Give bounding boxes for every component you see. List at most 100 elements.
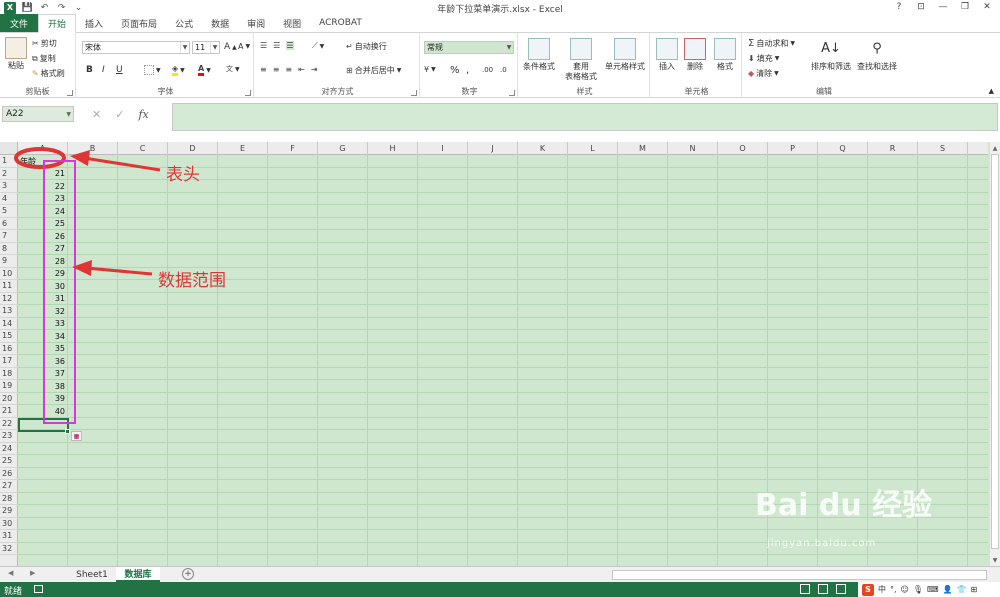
sogou-ime-icon[interactable]: S bbox=[862, 583, 874, 596]
paste-button[interactable]: 粘贴 bbox=[4, 37, 28, 71]
collapse-ribbon-icon[interactable]: ▲ bbox=[989, 87, 994, 95]
row-header-19[interactable]: 19 bbox=[0, 380, 18, 393]
copy-button[interactable]: ⧉ 复制 bbox=[32, 53, 56, 64]
row-header-4[interactable]: 4 bbox=[0, 193, 18, 205]
tab-review[interactable]: 审阅 bbox=[238, 14, 274, 32]
column-header-n[interactable]: N bbox=[668, 142, 718, 155]
orientation-button[interactable]: ⟋ ▼ bbox=[312, 41, 324, 51]
minimize-button[interactable]: — bbox=[932, 0, 954, 14]
user-icon[interactable]: 👤 bbox=[943, 585, 953, 594]
tab-page-layout[interactable]: 页面布局 bbox=[112, 14, 166, 32]
row-header-3[interactable]: 3 bbox=[0, 180, 18, 193]
name-box[interactable]: A22 ▼ bbox=[2, 106, 74, 122]
next-sheet-icon[interactable]: ▶ bbox=[30, 569, 35, 577]
row-header-16[interactable]: 16 bbox=[0, 343, 18, 355]
scroll-up-icon[interactable]: ▲ bbox=[990, 143, 1000, 153]
row-header-26[interactable]: 26 bbox=[0, 468, 18, 480]
cell-a10[interactable]: 29 bbox=[18, 268, 68, 281]
ribbon-display-button[interactable]: ⊡ bbox=[910, 0, 932, 14]
align-top-icon[interactable]: ☰ bbox=[260, 41, 267, 50]
ime-language[interactable]: 中 bbox=[878, 584, 886, 595]
phonetic-button[interactable]: 文 ▼ bbox=[226, 64, 240, 74]
row-header-1[interactable]: 1 bbox=[0, 155, 18, 168]
scroll-thumb[interactable] bbox=[991, 154, 999, 549]
increase-decimal-button[interactable]: .00 bbox=[482, 66, 493, 74]
cell-styles-button[interactable]: 单元格样式 bbox=[602, 38, 648, 72]
cell-a19[interactable]: 38 bbox=[18, 380, 68, 393]
number-launcher[interactable] bbox=[509, 90, 515, 96]
cell-a1[interactable]: 年龄 bbox=[18, 155, 68, 168]
row-header-10[interactable]: 10 bbox=[0, 268, 18, 280]
quick-analysis-icon[interactable]: ▦ bbox=[71, 431, 82, 441]
macro-record-icon[interactable] bbox=[34, 585, 43, 593]
column-header-o[interactable]: O bbox=[718, 142, 768, 155]
column-header-m[interactable]: M bbox=[618, 142, 668, 155]
row-header-15[interactable]: 15 bbox=[0, 330, 18, 343]
customize-qat-icon[interactable]: ⌄ bbox=[73, 2, 84, 13]
cell-a17[interactable]: 36 bbox=[18, 355, 68, 368]
cell-a3[interactable]: 22 bbox=[18, 180, 68, 193]
format-as-table-button[interactable]: 套用 表格格式 bbox=[560, 38, 602, 82]
bold-button[interactable]: B bbox=[86, 65, 93, 75]
find-select-button[interactable]: ⚲ 查找和选择 bbox=[854, 38, 900, 72]
font-name-combo[interactable]: 宋体 ▼ bbox=[82, 41, 190, 54]
close-button[interactable]: ✕ bbox=[976, 0, 998, 14]
row-header-8[interactable]: 8 bbox=[0, 243, 18, 255]
cell-a4[interactable]: 23 bbox=[18, 193, 68, 206]
conditional-format-button[interactable]: 条件格式 bbox=[520, 38, 558, 72]
row-header-9[interactable]: 9 bbox=[0, 255, 18, 268]
align-right-icon[interactable]: ≡ bbox=[285, 65, 292, 74]
cell-a14[interactable]: 33 bbox=[18, 318, 68, 331]
cell-a12[interactable]: 31 bbox=[18, 293, 68, 306]
column-header-h[interactable]: H bbox=[368, 142, 418, 155]
number-format-combo[interactable]: 常规 ▼ bbox=[424, 41, 514, 54]
row-header-23[interactable]: 23 bbox=[0, 430, 18, 443]
currency-button[interactable]: ¥ ▼ bbox=[424, 65, 436, 74]
skin-icon[interactable]: 👕 bbox=[957, 585, 967, 594]
cell-a18[interactable]: 37 bbox=[18, 368, 68, 381]
prev-sheet-icon[interactable]: ◀ bbox=[8, 569, 13, 577]
cell-a20[interactable]: 39 bbox=[18, 393, 68, 406]
row-header-14[interactable]: 14 bbox=[0, 318, 18, 330]
insert-cells-button[interactable]: 插入 bbox=[654, 38, 680, 72]
cell-a15[interactable]: 34 bbox=[18, 330, 68, 343]
tab-insert[interactable]: 插入 bbox=[76, 14, 112, 32]
align-middle-icon[interactable]: ☰ bbox=[273, 41, 280, 50]
cut-button[interactable]: ✂ 剪切 bbox=[32, 38, 57, 49]
sheet-tab-database[interactable]: 数据库 bbox=[116, 567, 160, 582]
font-color-button[interactable]: A ▼ bbox=[198, 64, 211, 76]
clipboard-launcher[interactable] bbox=[67, 90, 73, 96]
cell-a7[interactable]: 26 bbox=[18, 230, 68, 243]
insert-function-button[interactable]: fx bbox=[138, 108, 148, 121]
keyboard-icon[interactable]: ⌨ bbox=[927, 585, 939, 594]
sort-filter-button[interactable]: A↓ 排序和筛选 bbox=[808, 38, 854, 72]
row-header-11[interactable]: 11 bbox=[0, 280, 18, 293]
cell-area[interactable]: ▦ 年龄 21 22 23 24 25 26 27 28 29 30 31 32 33 34 35 36 37 38… bbox=[18, 155, 988, 566]
percent-button[interactable]: % bbox=[450, 65, 460, 76]
row-header-12[interactable]: 12 bbox=[0, 293, 18, 305]
tab-file[interactable]: 文件 bbox=[0, 14, 39, 32]
row-header-30[interactable]: 30 bbox=[0, 518, 18, 530]
underline-button[interactable]: U bbox=[116, 65, 123, 75]
comma-button[interactable]: , bbox=[466, 65, 469, 76]
cell-a8[interactable]: 27 bbox=[18, 243, 68, 256]
row-header-29[interactable]: 29 bbox=[0, 505, 18, 518]
cell-a6[interactable]: 25 bbox=[18, 218, 68, 231]
row-header-24[interactable]: 24 bbox=[0, 443, 18, 455]
help-button[interactable]: ? bbox=[888, 0, 910, 14]
column-header-i[interactable]: I bbox=[418, 142, 468, 155]
row-header-22[interactable]: 22 bbox=[0, 418, 18, 430]
column-header-d[interactable]: D bbox=[168, 142, 218, 155]
row-header-28[interactable]: 28 bbox=[0, 493, 18, 505]
normal-view-icon[interactable] bbox=[800, 584, 810, 594]
row-header-18[interactable]: 18 bbox=[0, 368, 18, 380]
cell-a21[interactable]: 40 bbox=[18, 405, 68, 418]
column-header-l[interactable]: L bbox=[568, 142, 618, 155]
cell-a2[interactable]: 21 bbox=[18, 168, 68, 181]
column-header-p[interactable]: P bbox=[768, 142, 818, 155]
column-header-j[interactable]: J bbox=[468, 142, 518, 155]
align-bottom-icon[interactable]: ☰ bbox=[286, 41, 294, 50]
row-header-32[interactable]: 32 bbox=[0, 543, 18, 555]
undo-icon[interactable]: ↶ bbox=[39, 2, 50, 13]
column-header-c[interactable]: C bbox=[118, 142, 168, 155]
